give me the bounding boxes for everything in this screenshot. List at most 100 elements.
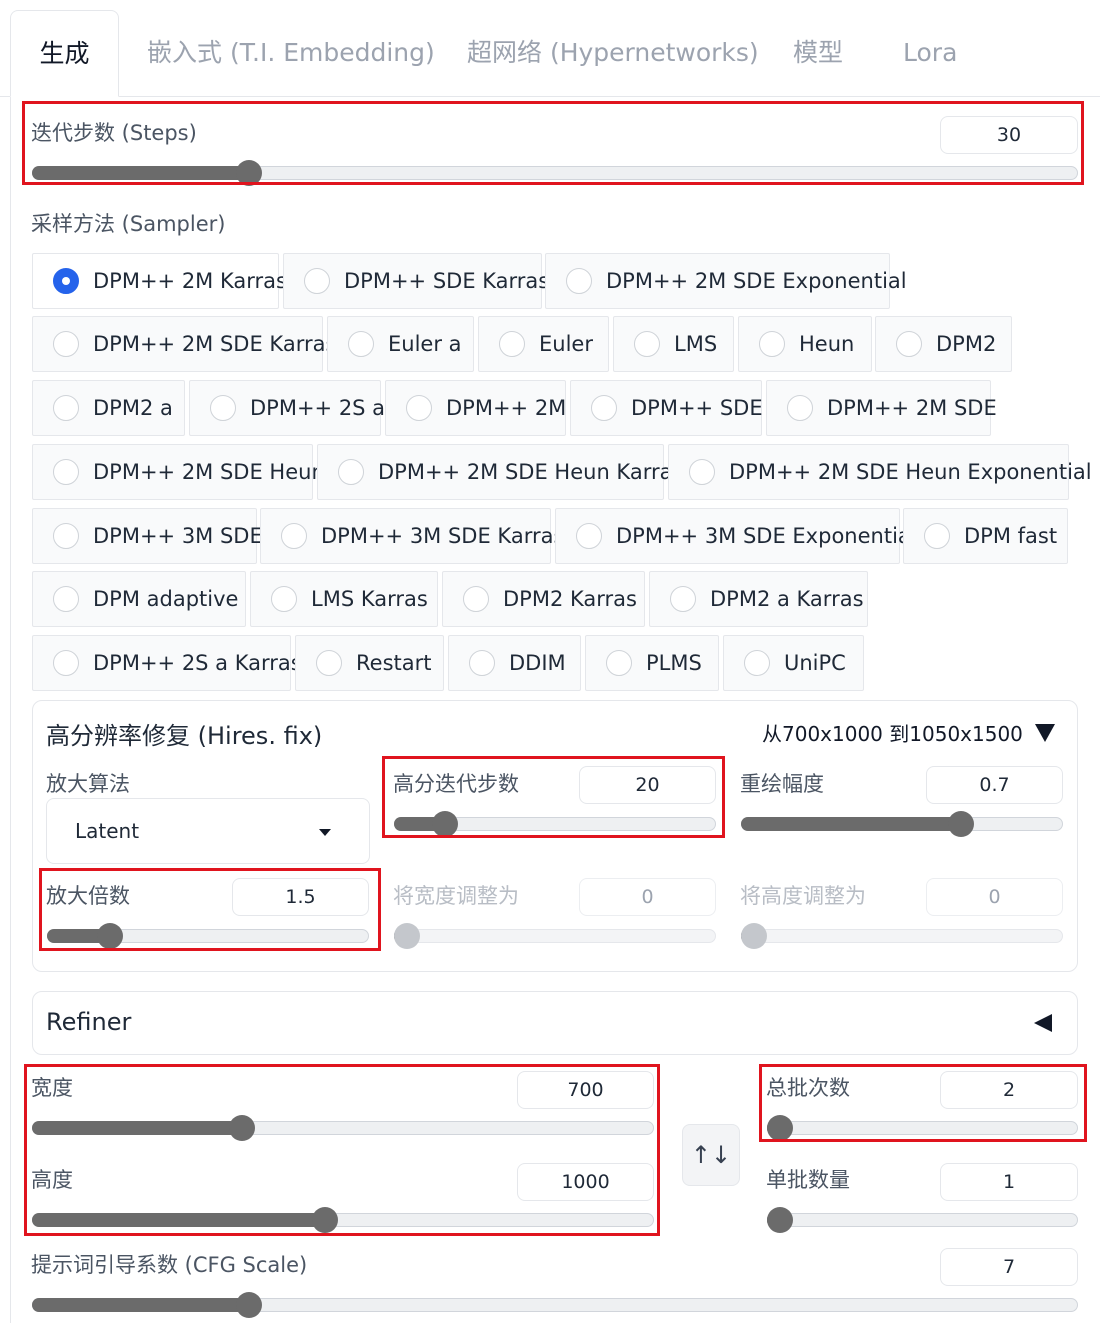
hires-fix-title[interactable]: 高分辨率修复 (Hires. fix) (46, 716, 322, 751)
radio-icon (338, 459, 364, 485)
batch-count-label: 总批次数 (766, 1076, 850, 1100)
sampler-option-label: DPM++ SDE Karras (344, 269, 550, 293)
sampler-option[interactable]: DPM2 a Karras (649, 571, 868, 627)
radio-icon (53, 523, 79, 549)
sampler-option[interactable]: Restart (295, 635, 444, 691)
upscaler-dropdown[interactable]: Latent (46, 798, 370, 864)
hires-steps-slider[interactable] (394, 811, 716, 837)
width-slider[interactable] (32, 1115, 654, 1141)
radio-icon (53, 331, 79, 357)
sampler-option[interactable]: DDIM (448, 635, 581, 691)
slider-track (767, 1213, 1078, 1227)
sampler-option[interactable]: DPM++ 3M SDE (32, 508, 263, 564)
cfg-scale-slider[interactable] (32, 1292, 1078, 1318)
sampler-option[interactable]: DPM++ 2M (385, 380, 566, 436)
sampler-option[interactable]: DPM++ 2M SDE Heun (32, 444, 325, 500)
refiner-panel[interactable] (32, 991, 1078, 1055)
tab-lora[interactable]: Lora (903, 10, 957, 97)
slider-thumb[interactable] (767, 1115, 793, 1141)
slider-thumb[interactable] (741, 923, 767, 949)
expand-triangle-icon[interactable] (1034, 1014, 1052, 1032)
resize-width-input[interactable]: 0 (579, 878, 716, 916)
slider-thumb[interactable] (948, 811, 975, 837)
steps-input[interactable]: 30 (940, 116, 1078, 154)
sampler-option[interactable]: Heun (738, 316, 872, 372)
radio-icon (787, 395, 813, 421)
batch-size-slider[interactable] (767, 1207, 1078, 1233)
slider-thumb[interactable] (228, 1115, 255, 1141)
cfg-scale-input[interactable]: 7 (940, 1248, 1078, 1286)
sampler-option[interactable]: DPM++ 2M SDE Exponential (545, 253, 907, 309)
upscale-by-slider[interactable] (47, 923, 369, 949)
radio-icon (499, 331, 525, 357)
swap-arrows-icon: ↑↓ (690, 1141, 732, 1169)
upscaler-label: 放大算法 (46, 772, 130, 796)
denoise-input[interactable]: 0.7 (926, 766, 1063, 804)
slider-thumb[interactable] (236, 160, 262, 186)
swap-dimensions-button[interactable]: ↑↓ (682, 1124, 740, 1186)
sampler-option[interactable]: DPM++ SDE (570, 380, 763, 436)
radio-icon (406, 395, 432, 421)
sampler-option-label: DPM++ 3M SDE Karras (321, 524, 565, 548)
width-input[interactable]: 700 (517, 1071, 654, 1109)
batch-count-slider[interactable] (767, 1115, 1078, 1141)
tab-models[interactable]: 模型 (793, 10, 843, 97)
sampler-option[interactable]: Euler a (327, 316, 474, 372)
batch-size-input[interactable]: 1 (940, 1163, 1078, 1201)
sampler-option[interactable]: DPM++ 3M SDE Karras (260, 508, 564, 564)
resize-height-slider[interactable] (741, 923, 1063, 949)
sampler-option-label: DPM2 Karras (503, 587, 637, 611)
sampler-option[interactable]: DPM++ 2M SDE Heun Exponential (668, 444, 1092, 500)
tab-hypernetworks[interactable]: 超网络 (Hypernetworks) (467, 10, 759, 97)
slider-thumb[interactable] (432, 811, 459, 837)
sampler-option-label: UniPC (784, 651, 846, 675)
sampler-option[interactable]: DPM++ 2M Karras (32, 253, 287, 309)
sampler-option-label: DPM++ 2M SDE Heun Exponential (729, 460, 1092, 484)
sampler-option[interactable]: Euler (478, 316, 609, 372)
sampler-option[interactable]: DPM adaptive (32, 571, 246, 627)
tab-embedding[interactable]: 嵌入式 (T.I. Embedding) (147, 10, 435, 97)
denoise-slider[interactable] (741, 811, 1063, 837)
sampler-option[interactable]: LMS (613, 316, 734, 372)
sampler-option[interactable]: DPM++ 2S a Karras (32, 635, 302, 691)
steps-slider[interactable] (32, 160, 1078, 186)
slider-thumb[interactable] (312, 1207, 339, 1233)
sampler-option[interactable]: DPM2 Karras (442, 571, 645, 627)
sampler-option[interactable]: DPM++ 2S a (189, 380, 385, 436)
resize-width-slider[interactable] (394, 923, 716, 949)
sampler-option-label: PLMS (646, 651, 702, 675)
sampler-option[interactable]: DPM2 a (32, 380, 185, 436)
radio-icon (53, 459, 79, 485)
sampler-option[interactable]: DPM++ 2M SDE Karras (32, 316, 336, 372)
height-slider[interactable] (32, 1207, 654, 1233)
upscale-by-input[interactable]: 1.5 (232, 878, 369, 916)
sampler-option[interactable]: DPM++ 2M SDE Heun Karras (317, 444, 683, 500)
resize-height-input[interactable]: 0 (926, 878, 1063, 916)
steps-label: 迭代步数 (Steps) (31, 121, 197, 145)
chevron-down-icon (319, 829, 331, 836)
slider-thumb[interactable] (97, 923, 124, 949)
sampler-option[interactable]: DPM fast (903, 508, 1068, 564)
slider-fill (32, 1121, 242, 1135)
batch-count-input[interactable]: 2 (940, 1071, 1078, 1109)
sampler-option[interactable]: PLMS (585, 635, 719, 691)
sampler-option-label: DPM++ 2M Karras (93, 269, 287, 293)
slider-fill (32, 1213, 326, 1227)
sampler-option-label: DPM2 a Karras (710, 587, 864, 611)
sampler-option[interactable]: LMS Karras (250, 571, 438, 627)
collapse-triangle-icon[interactable] (1035, 724, 1055, 742)
slider-thumb[interactable] (394, 923, 420, 949)
radio-icon (463, 586, 489, 612)
sampler-option[interactable]: DPM++ 3M SDE Exponential (555, 508, 917, 564)
slider-thumb[interactable] (236, 1292, 262, 1318)
refiner-title[interactable]: Refiner (46, 1008, 131, 1036)
tab-generate[interactable]: 生成 (10, 10, 119, 97)
hires-steps-input[interactable]: 20 (579, 766, 716, 804)
radio-icon (348, 331, 374, 357)
sampler-option[interactable]: UniPC (723, 635, 864, 691)
sampler-option[interactable]: DPM2 (875, 316, 1012, 372)
sampler-option[interactable]: DPM++ SDE Karras (283, 253, 549, 309)
sampler-option[interactable]: DPM++ 2M SDE (766, 380, 997, 436)
height-input[interactable]: 1000 (517, 1163, 654, 1201)
slider-thumb[interactable] (767, 1207, 793, 1233)
